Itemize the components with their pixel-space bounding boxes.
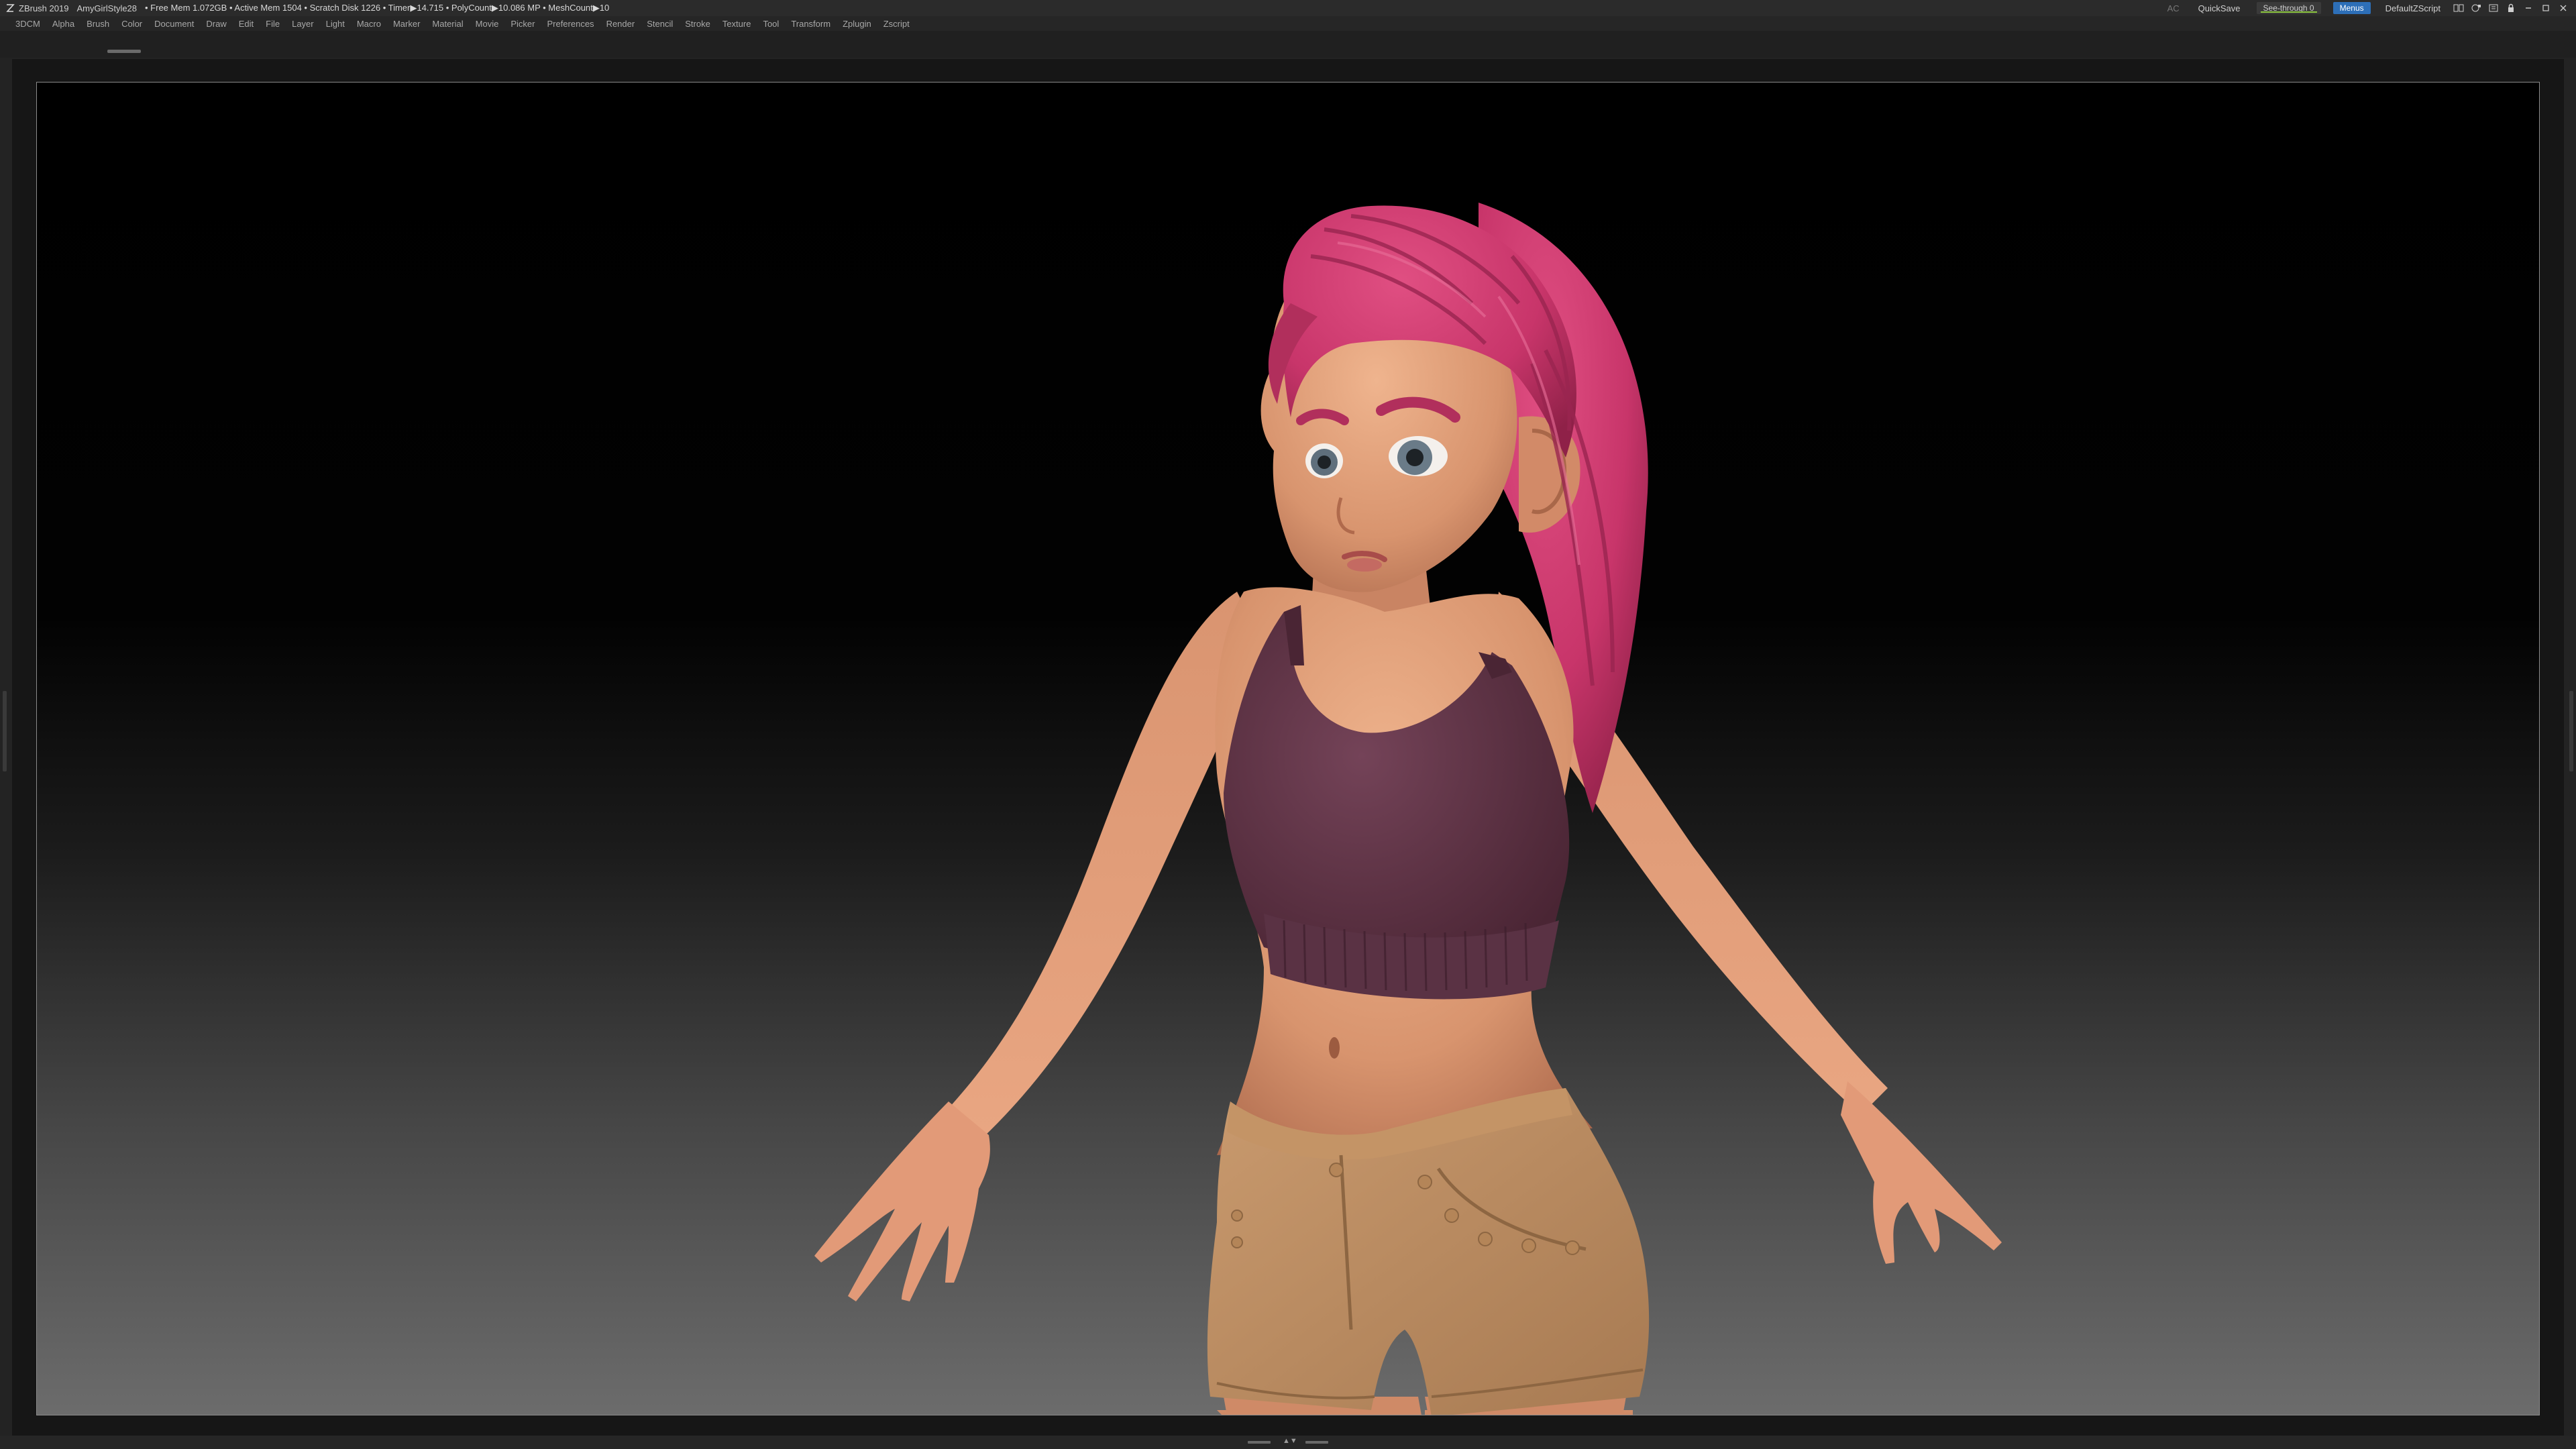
menu-item-movie[interactable]: Movie	[470, 16, 505, 31]
menu-item-light[interactable]: Light	[320, 16, 351, 31]
menu-item-tool[interactable]: Tool	[757, 16, 785, 31]
menu-item-edit[interactable]: Edit	[233, 16, 260, 31]
app-title: ZBrush 2019	[19, 3, 69, 13]
zbrush-logo-icon[interactable]	[5, 3, 15, 13]
menu-item-preferences[interactable]: Preferences	[541, 16, 600, 31]
see-through-slider[interactable]: See-through 0	[2256, 2, 2321, 14]
navel	[1329, 1037, 1340, 1059]
see-through-slider-bar	[2260, 11, 2317, 13]
main-menu-bar: 3DCM Alpha Brush Color Document Draw Edi…	[0, 16, 2576, 31]
menus-toggle-button[interactable]: Menus	[2332, 2, 2371, 14]
menu-item-3dcm[interactable]: 3DCM	[9, 16, 46, 31]
chevron-up-icon[interactable]: ▲▼	[1283, 1437, 1297, 1445]
menu-item-layer[interactable]: Layer	[286, 16, 320, 31]
menu-item-brush[interactable]: Brush	[80, 16, 115, 31]
left-arm	[814, 592, 1264, 1301]
menu-item-stencil[interactable]: Stencil	[641, 16, 679, 31]
menu-item-zplugin[interactable]: Zplugin	[837, 16, 877, 31]
shelf-drag-handle[interactable]	[107, 50, 141, 53]
shorts	[1207, 1088, 1650, 1415]
right-tray-handle[interactable]	[2569, 691, 2573, 771]
left-tray-handle[interactable]	[3, 691, 7, 771]
menu-item-render[interactable]: Render	[600, 16, 641, 31]
quicksave-button[interactable]: QuickSave	[2189, 0, 2250, 16]
default-zscript-button[interactable]: DefaultZScript	[2376, 0, 2450, 16]
sculpted-character	[814, 203, 2002, 1415]
menu-item-material[interactable]: Material	[426, 16, 469, 31]
menu-item-picker[interactable]: Picker	[504, 16, 541, 31]
palette-icon[interactable]	[2485, 0, 2502, 16]
ac-button[interactable]: AC	[2158, 0, 2189, 16]
layout-icon[interactable]	[2450, 0, 2467, 16]
bottom-shelf: ▲▼	[0, 1436, 2576, 1449]
viewport-canvas[interactable]	[36, 82, 2540, 1415]
menu-item-draw[interactable]: Draw	[200, 16, 232, 31]
lock-icon[interactable]	[2502, 0, 2520, 16]
menu-item-file[interactable]: File	[260, 16, 286, 31]
titlebar-right-controls: AC QuickSave See-through 0 Menus Default…	[2158, 0, 2572, 16]
menu-item-stroke[interactable]: Stroke	[679, 16, 716, 31]
interface-icon[interactable]	[2467, 0, 2485, 16]
menu-item-alpha[interactable]: Alpha	[46, 16, 80, 31]
menu-item-document[interactable]: Document	[148, 16, 200, 31]
zbrush-window: ZBrush 2019 AmyGirlStyle28 • Free Mem 1.…	[0, 0, 2576, 1449]
menu-item-zscript[interactable]: Zscript	[877, 16, 916, 31]
menu-item-macro[interactable]: Macro	[351, 16, 387, 31]
menu-item-transform[interactable]: Transform	[785, 16, 837, 31]
menu-item-texture[interactable]: Texture	[716, 16, 757, 31]
menu-item-color[interactable]: Color	[115, 16, 148, 31]
document-name: AmyGirlStyle28	[76, 3, 138, 13]
close-icon[interactable]	[2555, 0, 2572, 16]
maximize-icon[interactable]	[2537, 0, 2555, 16]
minimize-icon[interactable]	[2520, 0, 2537, 16]
title-bar: ZBrush 2019 AmyGirlStyle28 • Free Mem 1.…	[0, 0, 2576, 16]
memory-stats: • Free Mem 1.072GB • Active Mem 1504 • S…	[145, 3, 610, 13]
top-shelf	[0, 31, 2576, 58]
menu-item-marker[interactable]: Marker	[387, 16, 426, 31]
